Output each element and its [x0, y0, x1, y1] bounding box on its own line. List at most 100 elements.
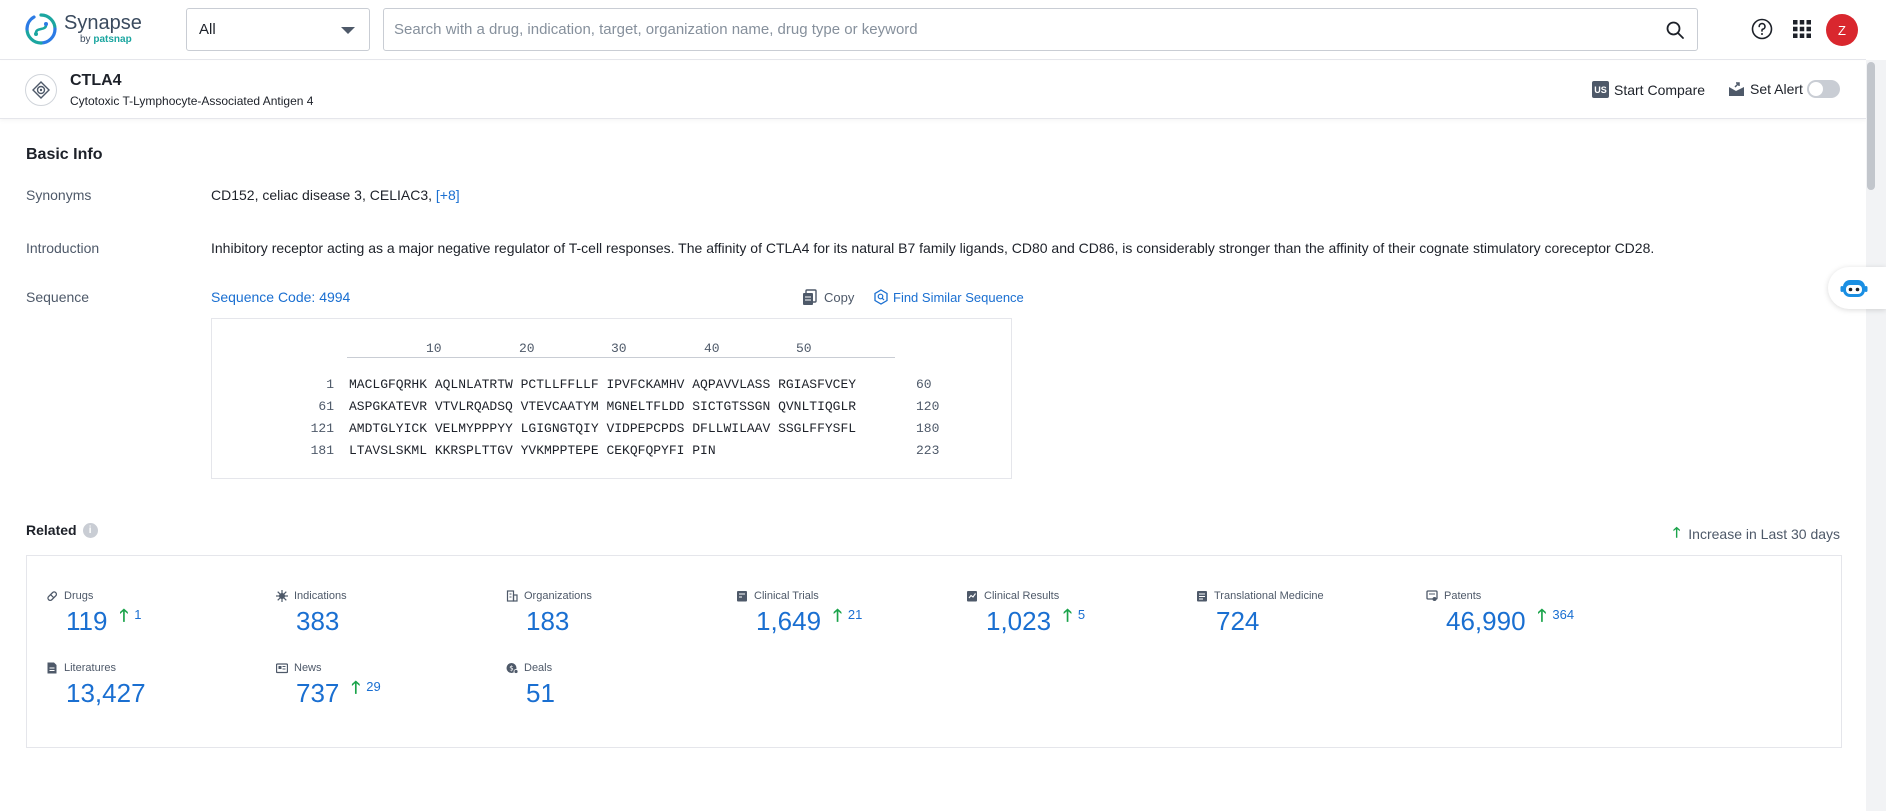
stat-clinical-trials[interactable]: Clinical Trials 1,649 🡑21 — [736, 590, 862, 635]
stat-value[interactable]: 1,649 — [756, 607, 821, 635]
sequence-row-end: 120 — [916, 399, 939, 414]
sequence-row: 61 ASPGKATEVR VTVLRQADSQ VTEVCAATYM MGNE… — [290, 399, 939, 414]
sequence-label: Sequence — [26, 289, 89, 305]
search-scope-value: All — [199, 21, 216, 38]
clipboard-icon — [736, 590, 748, 602]
sequence-ruler — [347, 357, 895, 358]
stat-clinical-results[interactable]: Clinical Results 1,023 🡑 5 — [966, 590, 1085, 635]
stat-label: Translational Medicine — [1214, 590, 1324, 602]
sequence-code-link[interactable]: Sequence Code: 4994 — [211, 289, 350, 305]
stat-increase[interactable]: 364 — [1552, 607, 1574, 623]
svg-text:$: $ — [509, 665, 513, 673]
stat-value[interactable]: 183 — [526, 607, 569, 635]
stat-translational-medicine[interactable]: Translational Medicine 724 — [1196, 590, 1324, 635]
stat-drugs[interactable]: Drugs 119 🡑 1 — [46, 590, 142, 635]
logo-name: Synapse — [64, 13, 142, 33]
up-arrow-icon: 🡑 — [1538, 607, 1547, 624]
search-icon[interactable] — [1665, 20, 1685, 40]
help-icon[interactable] — [1751, 18, 1773, 40]
stat-organizations[interactable]: Organizations 183 — [506, 590, 592, 635]
related-title-text: Related — [26, 522, 77, 538]
sequence-row-residues: AMDTGLYICK VELMYPPPYY LGIGNGTQIY VIDPEPC… — [349, 421, 909, 436]
target-name: CTLA4 — [70, 72, 122, 90]
target-full-name: Cytotoxic T-Lymphocyte-Associated Antige… — [70, 94, 313, 108]
stat-label: Literatures — [64, 662, 116, 674]
stat-increase[interactable]: 21 — [848, 607, 862, 623]
synonyms-label: Synonyms — [26, 187, 91, 203]
pill-icon — [46, 590, 58, 602]
stat-indications[interactable]: Indications 383 — [276, 590, 347, 635]
stat-value[interactable]: 46,990 — [1446, 607, 1526, 635]
stat-label: Clinical Trials — [754, 590, 819, 602]
ruler-tick: 30 — [611, 341, 627, 356]
introduction-label: Introduction — [26, 240, 99, 256]
sequence-row-end: 60 — [916, 377, 932, 392]
synonyms-value: CD152, celiac disease 3, CELIAC3, [+8] — [211, 187, 460, 203]
stat-value[interactable]: 383 — [296, 607, 339, 635]
scrollbar-thumb[interactable] — [1867, 62, 1875, 190]
stat-label: Indications — [294, 590, 347, 602]
sequence-row: 1 MACLGFQRHK AQLNLATRTW PCTLLFFLLF IPVFC… — [290, 377, 932, 392]
stat-label: Organizations — [524, 590, 592, 602]
apps-grid-icon[interactable] — [1792, 19, 1812, 39]
medicine-icon — [1196, 590, 1208, 602]
sequence-row-end: 223 — [916, 443, 939, 458]
stat-deals[interactable]: $ Deals 51 — [506, 662, 555, 707]
search-scope-select[interactable]: All — [186, 8, 370, 51]
stat-literatures[interactable]: Literatures 13,427 — [46, 662, 146, 707]
find-similar-icon — [873, 289, 889, 305]
stat-value[interactable]: 51 — [526, 679, 555, 707]
up-arrow-icon: 🡑 — [1063, 607, 1072, 624]
set-alert-toggle[interactable] — [1807, 80, 1840, 98]
synapse-logo[interactable]: Synapse by patsnap — [24, 12, 142, 46]
synonyms-more-link[interactable]: [+8] — [436, 187, 460, 203]
find-similar-sequence-button[interactable]: Find Similar Sequence — [873, 289, 1024, 305]
virus-icon — [276, 590, 288, 602]
related-title: Related i — [26, 522, 98, 538]
up-arrow-icon: 🡑 — [119, 607, 128, 624]
set-alert-button[interactable]: Set Alert — [1728, 81, 1803, 97]
sequence-row-start: 121 — [290, 421, 334, 436]
start-compare-button[interactable]: US Start Compare — [1592, 81, 1705, 98]
up-arrow-icon: 🡑 — [351, 679, 360, 696]
assistant-bot-button[interactable] — [1828, 267, 1886, 309]
document-icon — [46, 662, 58, 674]
stat-patents[interactable]: Patents 46,990 🡑 364 — [1426, 590, 1574, 635]
ruler-tick: 10 — [426, 341, 442, 356]
stat-value[interactable]: 13,427 — [66, 679, 146, 707]
search-input[interactable] — [394, 21, 1634, 38]
stat-value[interactable]: 724 — [1216, 607, 1259, 635]
target-icon — [25, 74, 57, 106]
stat-value[interactable]: 737 — [296, 679, 339, 707]
find-similar-label: Find Similar Sequence — [893, 290, 1024, 305]
sequence-row-start: 181 — [290, 443, 334, 458]
stat-label: Patents — [1444, 590, 1481, 602]
introduction-text: Inhibitory receptor acting as a major ne… — [211, 240, 1831, 256]
up-arrow-icon: 🡑 — [1673, 522, 1680, 546]
target-header: CTLA4 Cytotoxic T-Lymphocyte-Associated … — [0, 61, 1866, 119]
stat-increase[interactable]: 1 — [134, 607, 141, 623]
user-avatar[interactable]: Z — [1826, 14, 1858, 46]
stat-value[interactable]: 119 — [66, 607, 107, 635]
stat-value[interactable]: 1,023 — [986, 607, 1051, 635]
ruler-tick: 40 — [704, 341, 720, 356]
building-icon — [506, 590, 518, 602]
increase-legend-label: Increase in Last 30 days — [1688, 526, 1840, 542]
synapse-logo-icon — [24, 12, 58, 46]
sequence-row-residues: MACLGFQRHK AQLNLATRTW PCTLLFFLLF IPVFCKA… — [349, 377, 909, 392]
copy-sequence-button[interactable]: Copy — [802, 289, 854, 306]
related-stats-panel: Drugs 119 🡑 1 Indications 383 Organizatio… — [26, 555, 1842, 748]
alert-icon — [1728, 82, 1745, 97]
deal-icon: $ — [506, 662, 518, 674]
copy-label: Copy — [824, 290, 854, 305]
sequence-row-residues: LTAVSLSKML KKRSPLTTGV YVKMPPTEPE CEKQFQP… — [349, 443, 909, 458]
news-icon — [276, 662, 288, 674]
stat-news[interactable]: News 737 🡑 29 — [276, 662, 381, 707]
stat-label: News — [294, 662, 322, 674]
sequence-row: 121 AMDTGLYICK VELMYPPPYY LGIGNGTQIY VID… — [290, 421, 939, 436]
stat-increase[interactable]: 5 — [1078, 607, 1085, 623]
stat-label: Clinical Results — [984, 590, 1059, 602]
stat-increase[interactable]: 29 — [366, 679, 380, 695]
info-icon[interactable]: i — [83, 523, 98, 538]
stat-label: Drugs — [64, 590, 93, 602]
